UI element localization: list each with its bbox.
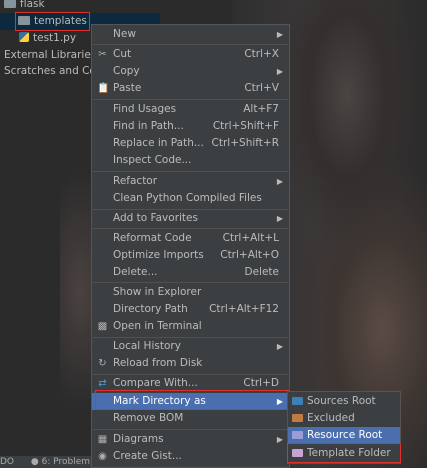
menu-separator (93, 99, 288, 100)
menu-item-clean-python[interactable]: Clean Python Compiled Files (92, 190, 289, 207)
tree-item-scratches[interactable]: Scratches and Con (4, 63, 103, 80)
scissors-icon: ✂ (98, 49, 107, 60)
submenu-arrow-icon: ▶ (276, 30, 283, 39)
menu-separator (93, 429, 288, 430)
github-icon: ◉ (98, 451, 107, 462)
menu-item-create-gist[interactable]: ◉ Create Gist... (92, 448, 289, 465)
resource-root-folder-icon (292, 431, 303, 439)
clipboard-icon: 📋 (97, 83, 110, 94)
menu-item-copy[interactable]: Copy ▶ (92, 63, 289, 80)
menu-separator (93, 171, 288, 172)
submenu-arrow-icon: ▶ (276, 435, 283, 444)
menu-item-delete[interactable]: Delete... Delete (92, 264, 289, 281)
menu-item-open-terminal[interactable]: ▩ Open in Terminal (92, 318, 289, 335)
menu-separator (93, 228, 288, 229)
menu-item-reformat-code[interactable]: Reformat Code Ctrl+Alt+L (92, 230, 289, 247)
diagram-icon: ▦ (97, 434, 108, 445)
menu-item-directory-path[interactable]: Directory Path Ctrl+Alt+F12 (92, 301, 289, 318)
annotation-box-templates (15, 12, 90, 31)
menu-item-find-in-path[interactable]: Find in Path... Ctrl+Shift+F (92, 118, 289, 135)
bottom-tool-strip: DO ● 6: Problem (0, 456, 100, 468)
submenu-item-resource-root[interactable]: Resource Root (288, 427, 400, 444)
menu-item-reload-from-disk[interactable]: ↻ Reload from Disk (92, 355, 289, 372)
submenu-arrow-icon: ▶ (276, 67, 283, 76)
menu-item-paste[interactable]: 📋 Paste Ctrl+V (92, 80, 289, 97)
annotation-box-template-folder (287, 443, 401, 463)
problems-tab[interactable]: ● 6: Problem (31, 457, 90, 467)
menu-item-show-in-explorer[interactable]: Show in Explorer (92, 284, 289, 301)
menu-item-inspect-code[interactable]: Inspect Code... (92, 152, 289, 169)
tree-item-external-libraries[interactable]: External Libraries (4, 47, 96, 64)
submenu-arrow-icon: ▶ (276, 214, 283, 223)
folder-icon (4, 0, 16, 8)
submenu-item-sources-root[interactable]: Sources Root (288, 393, 400, 410)
annotation-box-mark-directory (95, 390, 290, 410)
compare-arrows-icon: ⇄ (98, 378, 107, 389)
submenu-arrow-icon: ▶ (276, 177, 283, 186)
menu-item-refactor[interactable]: Refactor ▶ (92, 173, 289, 190)
menu-item-remove-bom[interactable]: Remove BOM (92, 410, 289, 427)
menu-item-find-usages[interactable]: Find Usages Alt+F7 (92, 101, 289, 118)
menu-item-replace-in-path[interactable]: Replace in Path... Ctrl+Shift+R (92, 135, 289, 152)
menu-item-optimize-imports[interactable]: Optimize Imports Ctrl+Alt+O (92, 247, 289, 264)
excluded-folder-icon (292, 414, 303, 422)
submenu-item-excluded[interactable]: Excluded (288, 410, 400, 427)
menu-item-add-favorites[interactable]: Add to Favorites ▶ (92, 210, 289, 227)
menu-item-local-history[interactable]: Local History ▶ (92, 338, 289, 355)
menu-item-new[interactable]: New ▶ (92, 26, 289, 43)
terminal-icon: ▩ (97, 321, 108, 332)
menu-separator (93, 44, 288, 45)
python-file-icon (19, 32, 29, 42)
menu-item-cut[interactable]: ✂ Cut Ctrl+X (92, 46, 289, 63)
tool-window-label[interactable]: DO (0, 457, 14, 467)
menu-separator (93, 282, 288, 283)
tree-item-test1[interactable]: test1.py (19, 30, 76, 47)
submenu-arrow-icon: ▶ (276, 342, 283, 351)
reload-icon: ↻ (98, 358, 107, 369)
problems-icon: ● (30, 457, 39, 467)
sources-root-folder-icon (292, 397, 303, 405)
menu-item-diagrams[interactable]: ▦ Diagrams ▶ (92, 431, 289, 448)
